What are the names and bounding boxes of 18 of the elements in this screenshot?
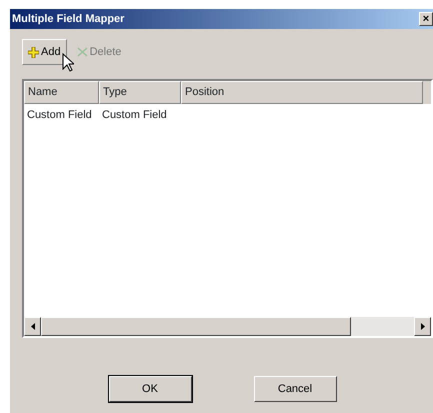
- right-arrow-icon: [420, 323, 424, 330]
- left-arrow-icon: [30, 323, 34, 330]
- scroll-right-button[interactable]: [414, 317, 431, 336]
- close-button[interactable]: ×: [419, 12, 433, 26]
- horizontal-scrollbar[interactable]: [24, 317, 431, 336]
- mouse-pointer-icon: [62, 53, 74, 72]
- table-cell-text: Custom Field: [101, 108, 168, 122]
- scroll-left-button[interactable]: [24, 317, 41, 336]
- dialog-button[interactable]: Cancel: [254, 376, 336, 402]
- table-cell-text: Custom Field: [26, 108, 93, 122]
- toolbar-button[interactable]: Add: [22, 39, 67, 65]
- window-title: Multiple Field Mapper: [12, 12, 124, 27]
- column-header[interactable]: Position: [181, 81, 423, 104]
- scroll-thumb[interactable]: [41, 317, 351, 336]
- dialog-button[interactable]: OK: [108, 376, 192, 402]
- column-header[interactable]: Type: [99, 81, 181, 104]
- plus-icon: [28, 46, 39, 58]
- column-header[interactable]: Name: [24, 81, 99, 104]
